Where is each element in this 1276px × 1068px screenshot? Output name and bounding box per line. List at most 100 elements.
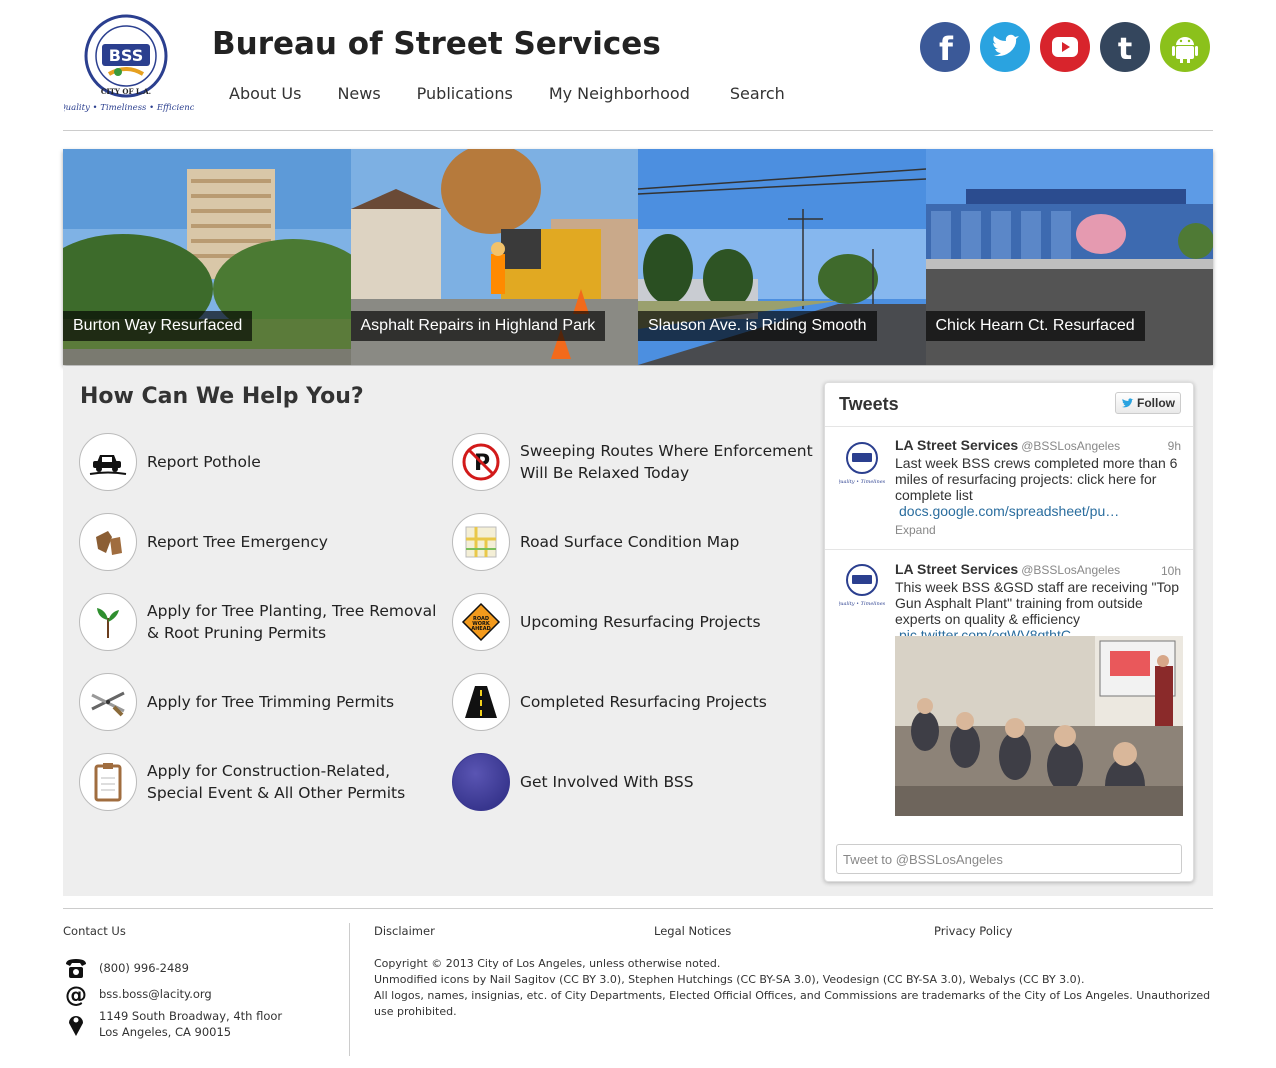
svg-text:t: t: [1118, 32, 1132, 67]
report-pothole-link[interactable]: Report Pothole: [79, 433, 261, 491]
help-label: Road Surface Condition Map: [520, 533, 740, 551]
help-title: How Can We Help You?: [80, 384, 364, 409]
logo-tagline: Quality • Timeliness • Efficiency: [64, 103, 194, 113]
street-address: 1149 South Broadway, 4th floor Los Angel…: [99, 1009, 283, 1039]
copyright-notice: Copyright © 2013 City of Los Angeles, un…: [374, 957, 1211, 1018]
road-icon: [452, 673, 510, 731]
tweet-text: Last week BSS crews completed more than …: [895, 455, 1178, 519]
bss-logo[interactable]: BSS CITY OF L.A. Quality • Timeliness • …: [59, 14, 200, 116]
carousel-caption: Chick Hearn Ct. Resurfaced: [925, 311, 1145, 341]
android-icon[interactable]: [1160, 22, 1210, 72]
nav-about-us[interactable]: About Us: [229, 84, 301, 103]
pothole-icon: [79, 433, 137, 491]
tweet-photo[interactable]: [895, 636, 1183, 816]
logo-city: CITY OF L.A.: [101, 87, 151, 96]
bss-circle-icon: [452, 753, 510, 811]
tumblr-icon[interactable]: t: [1100, 22, 1150, 72]
tree-planting-permits-link[interactable]: Apply for Tree Planting, Tree Removal & …: [79, 593, 437, 651]
get-involved-link[interactable]: Get Involved With BSS: [452, 753, 694, 811]
sweeping-routes-link[interactable]: P Sweeping Routes Where Enforcement Will…: [452, 433, 820, 491]
svg-text:AHEAD: AHEAD: [471, 626, 491, 632]
tweet-time[interactable]: 10h: [1161, 564, 1181, 578]
clipboard-icon: [79, 753, 137, 811]
at-sign-icon: @: [63, 981, 89, 1007]
help-label: Report Pothole: [147, 453, 261, 471]
phone-number[interactable]: (800) 996-2489: [99, 960, 189, 976]
twitter-bird-icon: [1122, 397, 1134, 407]
contact-address: 1149 South Broadway, 4th floor Los Angel…: [63, 1009, 282, 1039]
contact-phone: (800) 996-2489: [63, 955, 189, 981]
help-label: Get Involved With BSS: [520, 773, 694, 791]
youtube-icon[interactable]: [1040, 22, 1090, 72]
carousel-slide[interactable]: Burton Way Resurfaced: [63, 149, 351, 365]
tweet-expand[interactable]: Expand: [895, 523, 936, 537]
carousel-slide[interactable]: Chick Hearn Ct. Resurfaced: [925, 149, 1213, 365]
footer-divider: [63, 908, 1213, 909]
carousel-caption: Slauson Ave. is Riding Smooth: [638, 311, 877, 341]
disclaimer-link[interactable]: Disclaimer: [374, 924, 435, 938]
nav-publications[interactable]: Publications: [417, 84, 513, 103]
tweet-avatar: Quality • Timeliness: [839, 442, 885, 485]
carousel-caption: Burton Way Resurfaced: [63, 311, 253, 341]
no-parking-icon: P: [452, 433, 510, 491]
tweets-title: Tweets: [839, 394, 899, 414]
phone-icon: [63, 955, 89, 981]
svg-text:f: f: [939, 30, 954, 68]
help-label: Sweeping Routes Where Enforcement Will B…: [520, 442, 813, 482]
tweet-item[interactable]: Quality • Timeliness LA Street Services@…: [825, 550, 1193, 840]
road-work-sign-icon: ROAD WORK AHEAD: [452, 593, 510, 651]
help-label: Completed Resurfacing Projects: [520, 693, 767, 711]
carousel-slide[interactable]: Slauson Ave. is Riding Smooth: [638, 149, 926, 365]
tree-stump-icon: [79, 513, 137, 571]
tweet-compose-input[interactable]: Tweet to @BSSLosAngeles: [836, 844, 1182, 874]
svg-text:Quality • Timeliness: Quality • Timeliness: [839, 601, 885, 607]
privacy-policy-link[interactable]: Privacy Policy: [934, 924, 1012, 938]
tree-trimming-permits-link[interactable]: Apply for Tree Trimming Permits: [79, 673, 394, 731]
help-label: Report Tree Emergency: [147, 533, 328, 551]
tweet-text: This week BSS &GSD staff are receiving "…: [895, 579, 1180, 643]
nav-my-neighborhood[interactable]: My Neighborhood: [549, 84, 690, 103]
map-icon: [452, 513, 510, 571]
tweet-author[interactable]: LA Street Services @BSSLosAngeles: [895, 561, 1120, 577]
tweet-link[interactable]: docs.google.com/spreadsheet/pu…: [899, 503, 1119, 519]
report-tree-emergency-link[interactable]: Report Tree Emergency: [79, 513, 328, 571]
contact-us-link[interactable]: Contact Us: [63, 924, 126, 938]
location-pin-icon: [63, 1011, 89, 1037]
follow-button[interactable]: Follow: [1115, 392, 1181, 414]
facebook-icon[interactable]: f: [920, 22, 970, 72]
help-label: Apply for Tree Trimming Permits: [147, 693, 395, 711]
site-title[interactable]: Bureau of Street Services: [212, 26, 661, 62]
carousel-caption: Asphalt Repairs in Highland Park: [350, 311, 606, 341]
site-header: BSS CITY OF L.A. Quality • Timeliness • …: [0, 0, 1276, 132]
road-surface-map-link[interactable]: Road Surface Condition Map: [452, 513, 739, 571]
shears-icon: [79, 673, 137, 731]
help-label: Apply for Tree Planting, Tree Removal & …: [147, 602, 437, 642]
nav-search[interactable]: Search: [730, 84, 785, 103]
tweets-widget: Tweets Follow Quality • Timeliness LA St…: [824, 382, 1194, 882]
header-divider: [63, 130, 1213, 131]
twitter-icon[interactable]: [980, 22, 1030, 72]
tweet-item[interactable]: Quality • Timeliness LA Street Services@…: [825, 428, 1193, 550]
nav-news[interactable]: News: [337, 84, 380, 103]
svg-text:@: @: [65, 983, 87, 1007]
follow-label: Follow: [1137, 396, 1175, 410]
help-label: Upcoming Resurfacing Projects: [520, 613, 761, 631]
logo-letters: BSS: [109, 46, 144, 65]
tweet-handle: @BSSLosAngeles: [1021, 439, 1121, 453]
featured-carousel: Burton Way Resurfaced Asphalt Repairs in…: [63, 149, 1213, 365]
contact-email: @ bss.boss@lacity.org: [63, 981, 212, 1007]
tweet-handle: @BSSLosAngeles: [1021, 563, 1121, 577]
email-address[interactable]: bss.boss@lacity.org: [99, 986, 212, 1002]
completed-resurfacing-link[interactable]: Completed Resurfacing Projects: [452, 673, 767, 731]
svg-text:Quality • Timeliness: Quality • Timeliness: [839, 479, 885, 485]
footer-column-divider: [349, 923, 350, 1056]
tweet-time[interactable]: 9h: [1168, 439, 1181, 453]
upcoming-resurfacing-link[interactable]: ROAD WORK AHEAD Upcoming Resurfacing Proje…: [452, 593, 761, 651]
sapling-icon: [79, 593, 137, 651]
main-nav: About Us News Publications My Neighborho…: [229, 84, 821, 103]
legal-notices-link[interactable]: Legal Notices: [654, 924, 731, 938]
tweets-header: Tweets Follow: [825, 383, 1193, 427]
carousel-slide[interactable]: Asphalt Repairs in Highland Park: [350, 149, 638, 365]
tweet-author[interactable]: LA Street Services @BSSLosAngeles: [895, 437, 1120, 453]
construction-permits-link[interactable]: Apply for Construction-Related, Special …: [79, 753, 437, 811]
